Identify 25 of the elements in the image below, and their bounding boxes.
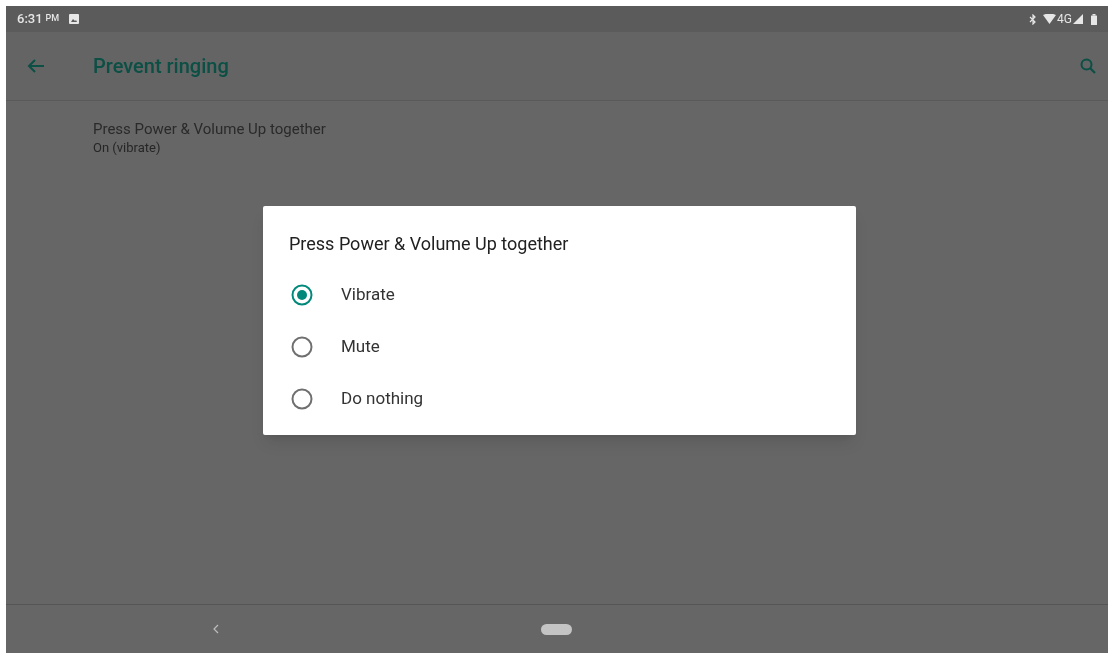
radio-option[interactable]: Vibrate (263, 269, 856, 321)
option-label: Do nothing (341, 387, 424, 411)
setting-title: Press Power & Volume Up together (93, 119, 327, 139)
setting-summary: On (vibrate) (93, 139, 162, 157)
back-arrow-icon (27, 58, 45, 74)
network-type: 4G (1057, 11, 1072, 28)
option-label: Mute (341, 335, 380, 359)
radio-button[interactable] (291, 336, 313, 358)
toolbar-title: Prevent ringing (93, 53, 229, 80)
dialog-title: Press Power & Volume Up together (288, 232, 570, 256)
home-pill-button[interactable] (541, 623, 572, 635)
option-label: Vibrate (341, 283, 395, 307)
clock-time: 6:31 (17, 10, 43, 29)
image-notification-icon (69, 14, 80, 24)
battery-icon (1091, 13, 1097, 25)
bluetooth-icon (1029, 13, 1038, 25)
radio-button[interactable] (291, 388, 313, 410)
radio-option[interactable]: Do nothing (263, 373, 856, 425)
signal-icon (1073, 14, 1083, 24)
search-icon (1080, 58, 1096, 74)
radio-button[interactable] (291, 284, 313, 306)
chevron-left-icon (213, 624, 219, 634)
clock-period: PM (45, 12, 60, 26)
radio-option[interactable]: Mute (263, 321, 856, 373)
wifi-icon (1043, 14, 1057, 24)
